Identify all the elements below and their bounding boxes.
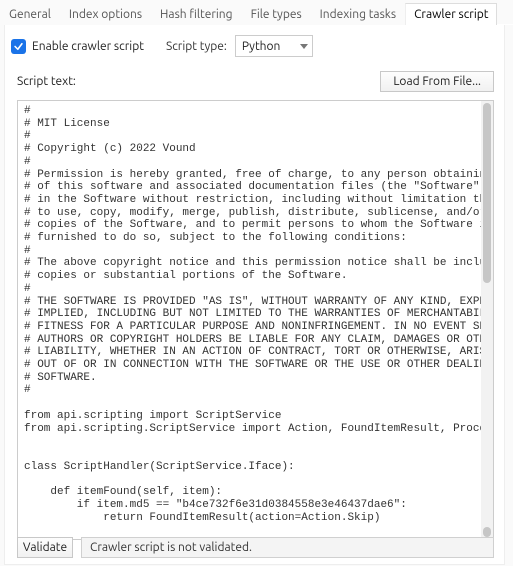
validation-status: Crawler script is not validated. xyxy=(81,537,494,558)
script-text-content[interactable]: # # MIT License # # Copyright (c) 2022 V… xyxy=(18,101,481,539)
enable-crawler-checkbox[interactable] xyxy=(11,39,26,54)
tabs-bar: General Index options Hash filtering Fil… xyxy=(0,0,513,25)
scrollbar-thumb-bottom[interactable] xyxy=(483,527,491,537)
scrollbar-thumb[interactable] xyxy=(483,103,491,283)
script-type-value: Python xyxy=(242,40,281,53)
tab-index-options[interactable]: Index options xyxy=(60,3,151,25)
chevron-down-icon xyxy=(300,44,308,49)
script-type-combo[interactable]: Python xyxy=(235,35,313,57)
script-text-row: Script text: Load From File... xyxy=(5,63,504,96)
load-from-file-button[interactable]: Load From File... xyxy=(380,71,494,92)
enable-row: Enable crawler script Script type: Pytho… xyxy=(5,25,504,63)
validate-row: Validate Crawler script is not validated… xyxy=(17,537,494,558)
crawler-script-panel: Enable crawler script Script type: Pytho… xyxy=(4,25,505,565)
script-text-area[interactable]: # # MIT License # # Copyright (c) 2022 V… xyxy=(17,100,494,540)
tab-crawler-script[interactable]: Crawler script xyxy=(405,3,497,25)
tab-hash-filtering[interactable]: Hash filtering xyxy=(151,3,242,25)
check-icon xyxy=(13,41,24,52)
enable-crawler-label: Enable crawler script xyxy=(32,40,144,53)
scrollbar-vertical[interactable] xyxy=(481,101,493,539)
tab-file-types[interactable]: File types xyxy=(242,3,311,25)
validate-button[interactable]: Validate xyxy=(17,537,73,558)
script-text-label: Script text: xyxy=(17,75,76,88)
script-type-label: Script type: xyxy=(166,40,227,53)
tab-general[interactable]: General xyxy=(0,3,60,25)
tab-indexing-tasks[interactable]: Indexing tasks xyxy=(311,3,405,25)
